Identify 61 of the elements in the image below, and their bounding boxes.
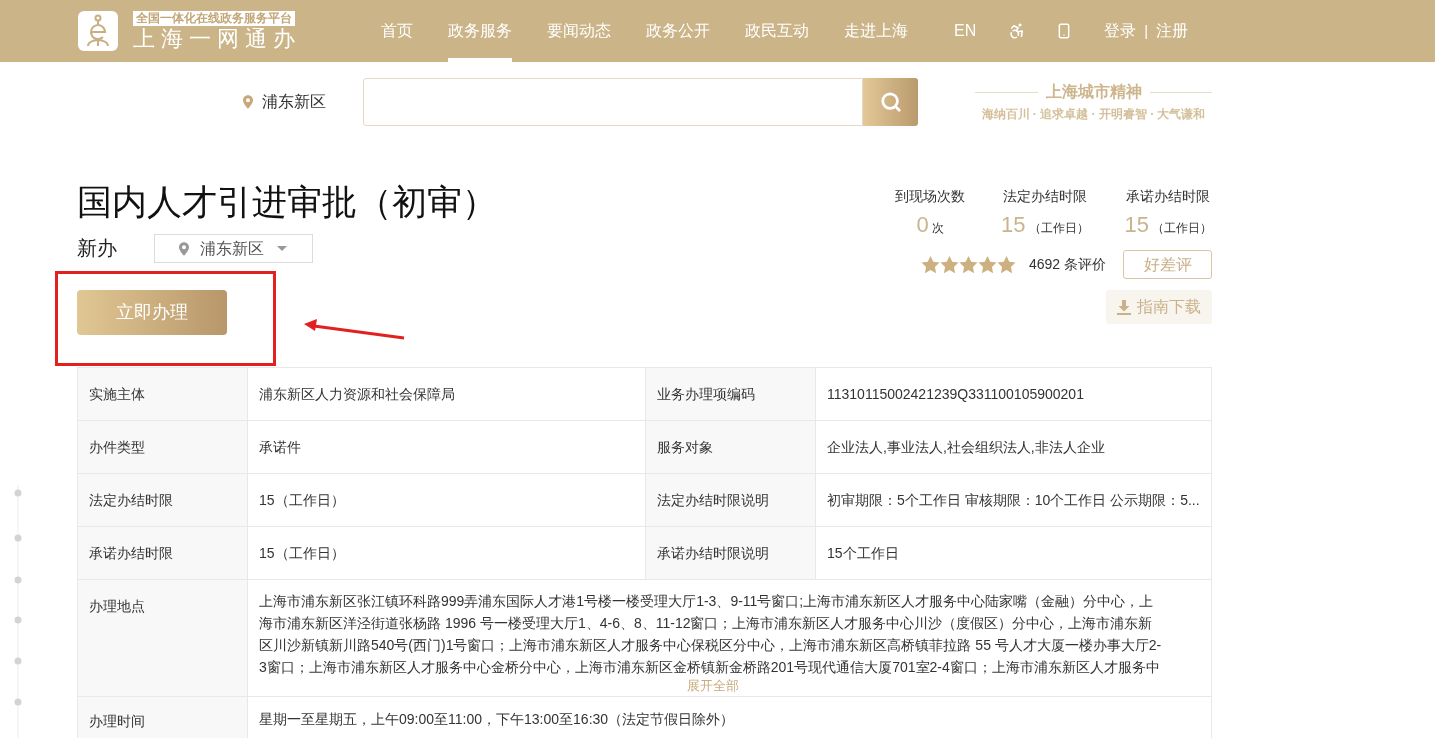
caret-icon — [277, 246, 287, 251]
field-label: 法定办结时限说明 — [646, 474, 816, 526]
search-button[interactable] — [863, 78, 918, 126]
star-icon — [977, 255, 997, 274]
search-field[interactable] — [363, 78, 863, 126]
site-name: 上海一网通办 — [133, 25, 301, 52]
field-label: 承诺办结时限 — [78, 527, 248, 579]
stat-unit: （工作日） — [1028, 220, 1089, 237]
search-icon — [879, 91, 902, 113]
star-icon — [996, 255, 1016, 274]
field-value: 企业法人,事业法人,社会组织法人,非法人企业 — [816, 421, 1212, 473]
field-label: 办理时间 — [78, 697, 248, 738]
language-link[interactable]: EN — [954, 19, 977, 43]
register-link[interactable]: 注册 — [1156, 19, 1189, 43]
logo-icon[interactable] — [78, 11, 118, 51]
location-pin-icon — [179, 241, 189, 256]
field-label: 办件类型 — [78, 421, 248, 473]
apply-button[interactable]: 立即办理 — [77, 290, 227, 335]
field-value: 星期一至星期五，上午09:00至11:00，下午13:00至16:30（法定节假日除外） — [248, 697, 1212, 738]
stat-unit: （工作日） — [1152, 220, 1212, 237]
field-label: 服务对象 — [646, 421, 816, 473]
stat-label: 法定办结时限 — [1002, 187, 1087, 206]
nav-link[interactable]: 政务公开 — [646, 0, 710, 62]
field-label: 承诺办结时限说明 — [646, 527, 816, 579]
stat-value: 15 — [1001, 211, 1026, 239]
stat-unit: 次 — [931, 220, 944, 237]
field-label: 办理地点 — [78, 580, 248, 696]
field-value: 上海市浦东新区张江镇环科路999弄浦东国际人才港1号楼一楼受理大厅1-3、9-11号窗口;上海市浦东新区人才服务中心陆家嘴（金融）分中心，上海市浦东新区洋泾街道张杨路 1996 号一楼受理大厅1、4-6、8、11-12窗口；上海市浦东新区人才服务中心川沙（度假区）分中心，上海市浦东新区川沙新镇新川路540号(西门)1号窗口；上海市浦东新区人才服务中心保税区分中心，上海市浦东新区高桥镇菲拉路 55 号人才大厦一楼办事大厅2-3窗口；上海市浦东新区人才服务中心金桥分中心，上海市浦东新区金桥镇新金桥路201号现代通信大厦701室2-4窗口；上海市浦东新区人才服务中 — [259, 592, 1162, 677]
slogan-title: 上海城市精神 — [1045, 82, 1142, 102]
stat-value: 15 — [1124, 211, 1149, 239]
service-title: 国内人才引进审批（初审） — [77, 181, 497, 223]
separator: | — [1144, 20, 1149, 41]
stat-label: 到现场次数 — [895, 187, 966, 206]
service-type: 新办 — [77, 236, 117, 261]
region-text[interactable]: 浦东新区 — [262, 90, 326, 114]
region-dropdown[interactable]: 浦东新区 — [154, 234, 313, 263]
nav-link[interactable]: 政务服务 — [448, 0, 512, 62]
star-icon — [920, 255, 940, 274]
nav-link[interactable]: 要闻动态 — [547, 0, 611, 62]
nav-link[interactable]: 政民互动 — [745, 0, 809, 62]
site-tagline: 全国一体化在线政务服务平台 — [133, 10, 295, 26]
field-value: 初审期限：5个工作日 审核期限：10个工作日 公示期限：5... — [816, 474, 1212, 526]
expand-link[interactable]: 展开全部 — [687, 678, 739, 694]
location-pin-icon — [243, 95, 253, 109]
stat-value: 0 — [916, 211, 929, 239]
stat-label: 承诺办结时限 — [1126, 187, 1211, 206]
nav-link[interactable]: 走进上海 — [844, 0, 908, 62]
field-label: 业务办理项编码 — [646, 368, 816, 420]
login-link[interactable]: 登录 — [1104, 19, 1137, 43]
review-count: 4692 条评价 — [1028, 255, 1106, 274]
download-guide-button[interactable]: 指南下载 — [1106, 290, 1212, 324]
field-value: 11310115002421239Q331100105900201 — [816, 368, 1212, 420]
slogan-motto: 海纳百川 · 追求卓越 · 开明睿智 · 大气谦和 — [981, 106, 1206, 122]
star-icon — [958, 255, 978, 274]
field-label: 实施主体 — [78, 368, 248, 420]
field-label: 法定办结时限 — [78, 474, 248, 526]
review-button[interactable]: 好差评 — [1123, 250, 1212, 279]
star-icon — [939, 255, 959, 274]
field-value: 15个工作日 — [816, 527, 1212, 579]
download-icon — [1117, 299, 1131, 315]
nav-link[interactable]: 首页 — [381, 0, 413, 62]
